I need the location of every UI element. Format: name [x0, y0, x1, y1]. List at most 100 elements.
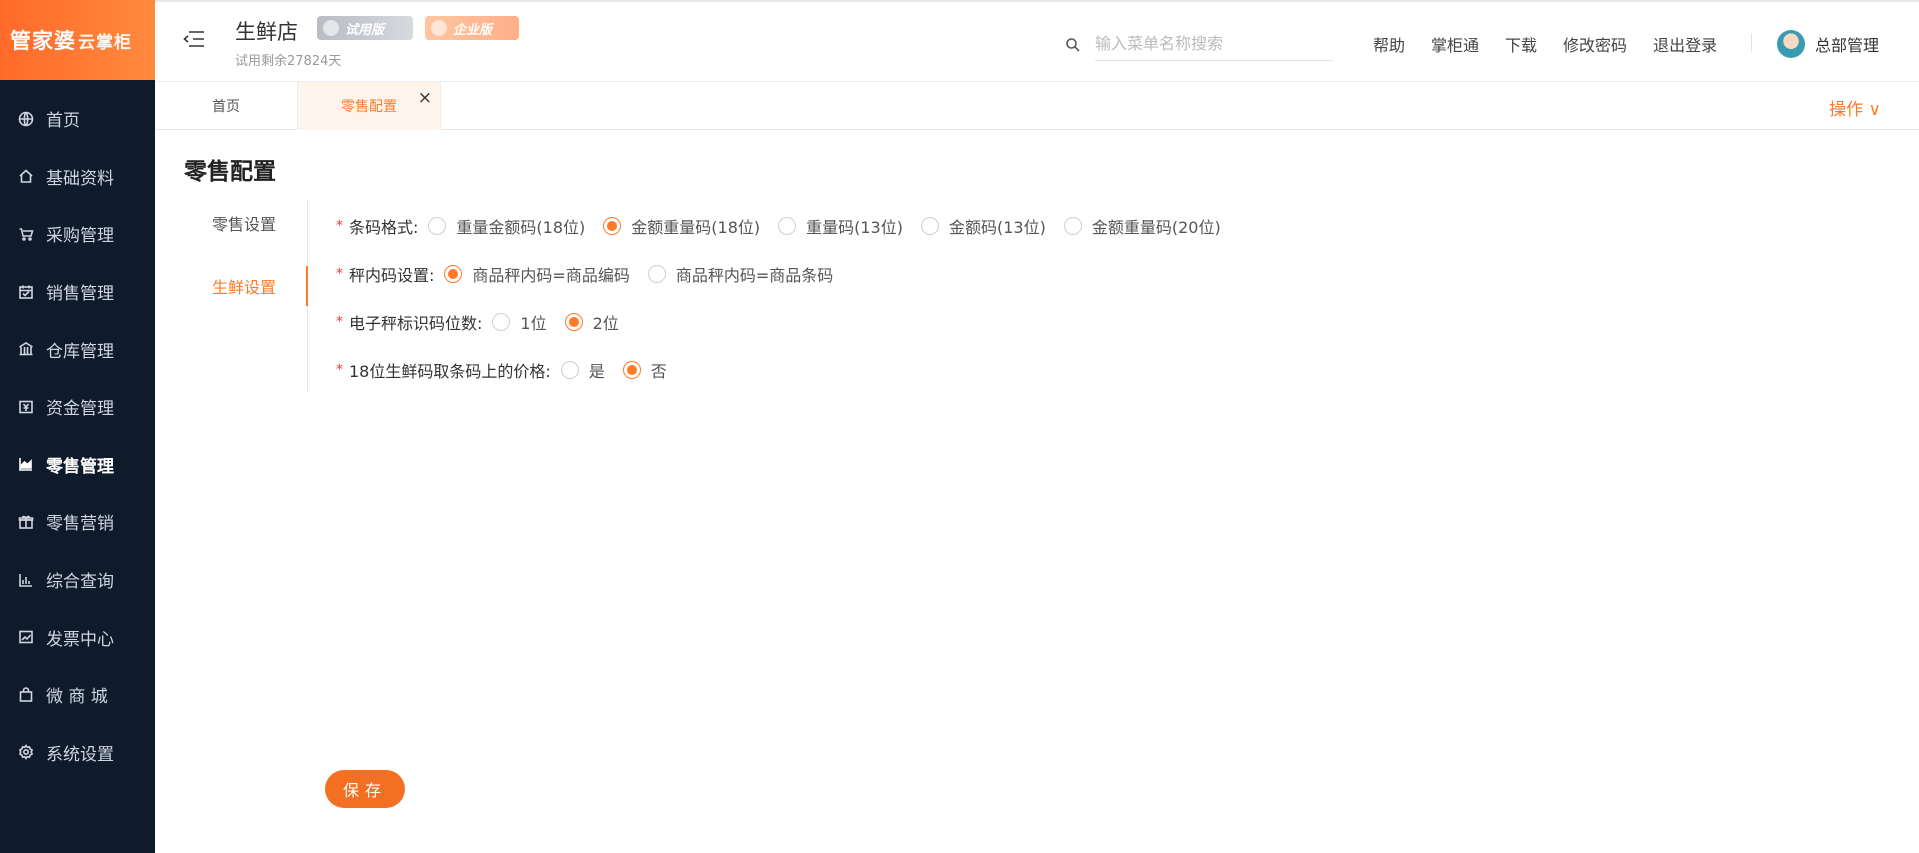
- trial-remaining: 试用剩余27824天: [235, 54, 342, 69]
- required-mark: *: [336, 266, 343, 282]
- tab-retail-config[interactable]: 零售配置 ×: [298, 82, 441, 130]
- save-button[interactable]: 保存: [325, 770, 405, 808]
- radio-option[interactable]: 重量码(13位): [778, 214, 903, 238]
- option-label: 否: [650, 362, 667, 381]
- radio-button[interactable]: [778, 217, 797, 235]
- tab-home-label: 首页: [212, 99, 240, 115]
- option-label: 金额重量码(20位): [1091, 218, 1221, 237]
- radio-button[interactable]: [1063, 217, 1082, 235]
- logout-link[interactable]: 退出登录: [1653, 32, 1717, 56]
- globe-icon: [17, 110, 35, 128]
- sidebar-item-basic-data[interactable]: 基础资料: [0, 148, 155, 206]
- brand-logo: 管家婆 云掌柜: [0, 0, 155, 80]
- trial-badge-label: 试用版: [345, 22, 385, 38]
- radio-option[interactable]: 1位: [492, 310, 547, 334]
- tab-retail-config-label: 零售配置: [341, 99, 397, 115]
- calendar-icon: [17, 283, 35, 301]
- zhanggui-link[interactable]: 掌柜通: [1431, 32, 1479, 56]
- page-title: 零售配置: [184, 159, 276, 185]
- bag-icon: [17, 686, 35, 704]
- help-link[interactable]: 帮助: [1373, 32, 1405, 56]
- radio-option[interactable]: 金额重量码(18位): [603, 214, 760, 238]
- area-chart-icon: [17, 455, 35, 473]
- sidebar-item-warehouse[interactable]: 仓库管理: [0, 320, 155, 378]
- radio-option[interactable]: 是: [560, 358, 605, 382]
- radio-button-selected[interactable]: [444, 265, 463, 283]
- radio-option[interactable]: 金额重量码(20位): [1063, 214, 1221, 238]
- avatar: [1777, 30, 1805, 58]
- sidebar-item-sales[interactable]: 销售管理: [0, 263, 155, 321]
- barcode-format-row: * 条码格式: 重量金额码(18位) 金额重量码(18位) 重量码(13位) 金…: [336, 214, 1239, 238]
- trial-badge: 试用版: [317, 16, 413, 40]
- radio-option[interactable]: 重量金额码(18位): [428, 214, 585, 238]
- menu-collapse-icon[interactable]: [183, 30, 205, 48]
- bar-chart-icon: [17, 571, 35, 589]
- menu-search: [1065, 28, 1345, 62]
- sidebar-item-label: 资金管理: [46, 399, 114, 420]
- close-icon[interactable]: ×: [418, 88, 432, 108]
- radio-option[interactable]: 2位: [564, 310, 619, 334]
- radio-button[interactable]: [428, 217, 447, 235]
- header-divider: [1751, 34, 1752, 52]
- radio-option[interactable]: 否: [622, 358, 667, 382]
- radio-button[interactable]: [647, 265, 666, 283]
- sidebar-item-settings[interactable]: 系统设置: [0, 724, 155, 782]
- scale-id-digits-label: 电子秤标识码位数:: [349, 314, 483, 333]
- option-label: 商品秤内码=商品编码: [472, 266, 630, 285]
- radio-option[interactable]: 商品秤内码=商品编码: [444, 262, 630, 286]
- required-mark: *: [336, 362, 343, 378]
- barcode-format-label: 条码格式:: [349, 218, 419, 237]
- sidebar-item-label: 综合查询: [46, 572, 114, 593]
- sidebar-item-label: 销售管理: [46, 284, 114, 305]
- settings-subnav: 零售设置 生鲜设置: [184, 200, 308, 392]
- radio-button-selected[interactable]: [622, 361, 641, 379]
- price-from-barcode-label: 18位生鲜码取条码上的价格:: [349, 362, 551, 381]
- sidebar-item-label: 首页: [46, 111, 80, 132]
- sidebar-item-label: 基础资料: [46, 168, 114, 189]
- sidebar-item-purchase[interactable]: 采购管理: [0, 205, 155, 263]
- tab-home[interactable]: 首页: [155, 82, 298, 130]
- sidebar-item-label: 零售营销: [46, 514, 114, 535]
- change-password-link[interactable]: 修改密码: [1563, 32, 1627, 56]
- top-header: 生鲜店 试用版 企业版 试用剩余27824天 帮助 掌柜通 下载 修改密码 退出…: [155, 0, 1919, 82]
- price-from-barcode-row: * 18位生鲜码取条码上的价格: 是 否: [336, 358, 685, 382]
- sidebar: 管家婆 云掌柜 首页 基础资料 采购管理 销售管理 仓库管理 资金管理 零售管理…: [0, 0, 155, 853]
- radio-button[interactable]: [492, 313, 511, 331]
- enterprise-badge: 企业版: [425, 16, 519, 40]
- radio-option[interactable]: 商品秤内码=商品条码: [647, 262, 834, 286]
- download-link[interactable]: 下载: [1505, 32, 1537, 56]
- radio-button[interactable]: [920, 217, 939, 235]
- sidebar-item-query[interactable]: 综合查询: [0, 551, 155, 609]
- option-label: 商品秤内码=商品条码: [675, 266, 834, 285]
- option-label: 重量金额码(18位): [456, 218, 586, 237]
- sidebar-item-label: 微 商 城: [46, 687, 108, 708]
- sidebar-item-invoice[interactable]: 发票中心: [0, 608, 155, 666]
- scale-code-row: * 秤内码设置: 商品秤内码=商品编码 商品秤内码=商品条码: [336, 262, 851, 286]
- warehouse-icon: [17, 340, 35, 358]
- logo-sub: 云掌柜: [78, 32, 132, 53]
- sidebar-nav: 首页 基础资料 采购管理 销售管理 仓库管理 资金管理 零售管理 零售营销 综合…: [0, 90, 155, 781]
- scale-id-digits-row: * 电子秤标识码位数: 1位 2位: [336, 310, 637, 334]
- subnav-fresh-settings[interactable]: 生鲜设置: [184, 266, 308, 306]
- option-label: 是: [588, 362, 605, 381]
- radio-button[interactable]: [560, 361, 579, 379]
- radio-button-selected[interactable]: [564, 313, 583, 331]
- sidebar-item-retail[interactable]: 零售管理: [0, 436, 155, 494]
- gift-icon: [17, 513, 35, 531]
- monitor-icon: [323, 20, 339, 36]
- operations-dropdown[interactable]: 操作 ∨: [1829, 95, 1881, 120]
- sidebar-item-label: 零售管理: [46, 456, 114, 477]
- sidebar-item-marketing[interactable]: 零售营销: [0, 493, 155, 551]
- radio-button-selected[interactable]: [603, 217, 622, 235]
- user-name: 总部管理: [1815, 36, 1880, 55]
- user-menu[interactable]: 总部管理: [1777, 30, 1879, 58]
- logo-main: 管家婆: [10, 29, 76, 53]
- subnav-retail-settings[interactable]: 零售设置: [184, 203, 308, 243]
- search-input[interactable]: [1095, 29, 1333, 61]
- sidebar-item-finance[interactable]: 资金管理: [0, 378, 155, 436]
- sidebar-item-mall[interactable]: 微 商 城: [0, 666, 155, 724]
- radio-option[interactable]: 金额码(13位): [920, 214, 1046, 238]
- sidebar-item-home[interactable]: 首页: [0, 90, 155, 148]
- tab-bar: 首页 零售配置 × 操作 ∨: [155, 82, 1919, 130]
- cart-icon: [17, 225, 35, 243]
